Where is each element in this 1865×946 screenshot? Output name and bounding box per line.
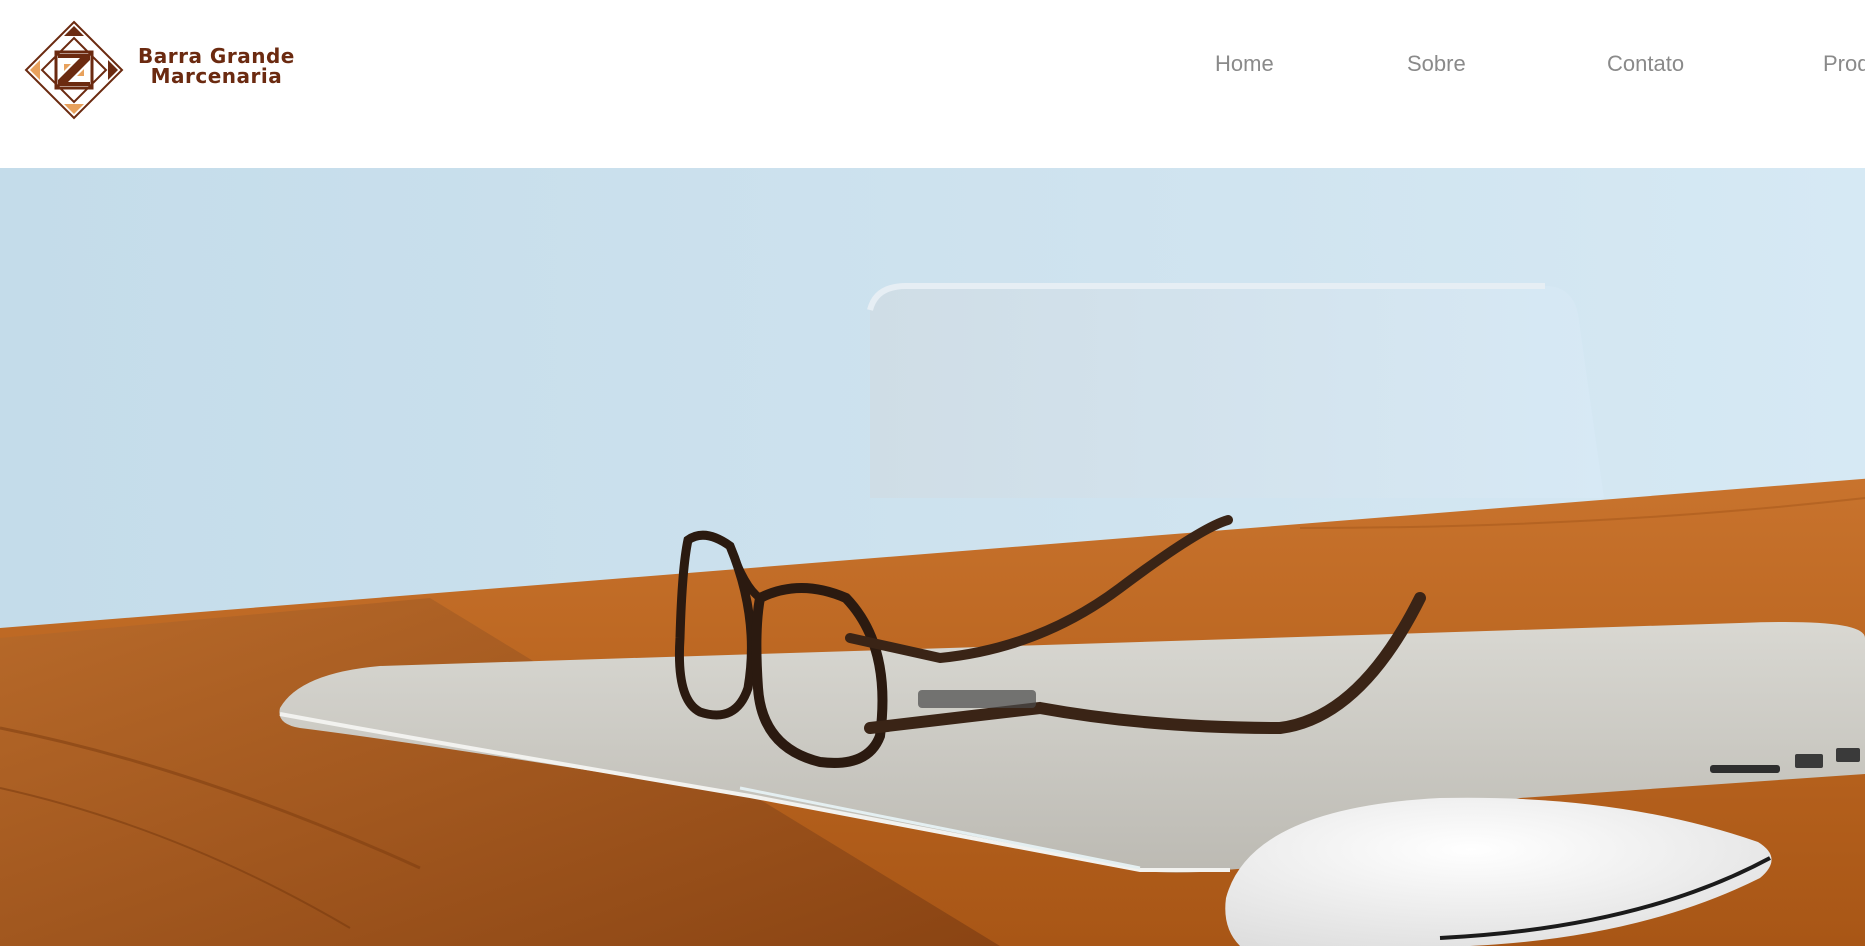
nav-sobre[interactable]: Sobre <box>1407 48 1466 80</box>
brand-line-2: Marcenaria <box>150 64 283 88</box>
brand-line-1: Barra Grande <box>138 44 295 68</box>
page: Barra Grande Marcenaria Home Sobre Conta… <box>0 0 1865 946</box>
site-header: Barra Grande Marcenaria Home Sobre Conta… <box>0 0 1865 168</box>
logo-link[interactable]: Barra Grande Marcenaria <box>24 20 295 120</box>
nav-home[interactable]: Home <box>1215 48 1274 80</box>
nav-contato[interactable]: Contato <box>1607 48 1684 80</box>
nav-produtos[interactable]: Produtos <box>1823 48 1865 80</box>
logo-icon <box>24 20 124 120</box>
hero-image <box>0 168 1865 946</box>
hero-photo-laptop-glasses <box>0 168 1865 946</box>
logo-text: Barra Grande Marcenaria <box>138 46 295 86</box>
